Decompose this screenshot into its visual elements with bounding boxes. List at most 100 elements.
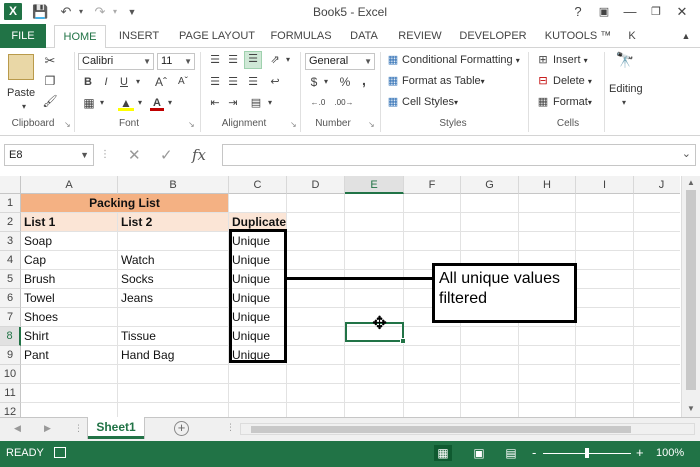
cell-j5[interactable] (634, 270, 680, 289)
customize-qat-icon[interactable]: ▼ (126, 4, 138, 20)
cell-e9[interactable] (345, 346, 404, 365)
top-align-icon[interactable]: ☰ (208, 53, 222, 67)
row-header-4[interactable]: 4 (0, 251, 21, 270)
increase-indent-icon[interactable]: ⇥ (226, 96, 240, 110)
cell-g8[interactable] (461, 327, 519, 346)
font-color-dropdown-icon[interactable]: ▾ (166, 96, 174, 110)
cell-j10[interactable] (634, 365, 680, 384)
packing-list-title-cell[interactable]: Packing List (21, 194, 229, 213)
tab-developer[interactable]: DEVELOPER (454, 24, 532, 48)
ribbon-display-options-icon[interactable]: ▣ (592, 2, 616, 22)
cell-a5[interactable]: Brush (21, 270, 118, 289)
decrease-decimal-icon[interactable]: .00→ (334, 96, 354, 110)
cell-b7[interactable] (118, 308, 229, 327)
cell-e3[interactable] (345, 232, 404, 251)
middle-align-icon[interactable]: ☰ (226, 53, 240, 67)
close-icon[interactable]: ✕ (670, 2, 694, 22)
cell-b9[interactable]: Hand Bag (118, 346, 229, 365)
scroll-down-icon[interactable]: ▼ (682, 404, 700, 413)
restore-icon[interactable]: ❐ (644, 2, 668, 22)
column-header-e[interactable]: E (345, 176, 404, 194)
cell-b3[interactable] (118, 232, 229, 251)
cell-i10[interactable] (576, 365, 634, 384)
vertical-scroll-thumb[interactable] (686, 190, 696, 390)
cell-h11[interactable] (519, 384, 576, 403)
zoom-slider-thumb[interactable] (585, 448, 589, 458)
decrease-indent-icon[interactable]: ⇤ (208, 96, 222, 110)
copy-icon[interactable]: ❐ (42, 74, 58, 88)
format-cells-icon[interactable]: ▦ (536, 95, 550, 109)
cell-a7[interactable]: Shoes (21, 308, 118, 327)
underline-dropdown-icon[interactable]: ▾ (134, 75, 142, 89)
cell-d12[interactable] (287, 403, 345, 417)
tab-data[interactable]: DATA (342, 24, 386, 48)
redo-dropdown-icon[interactable]: ▾ (110, 4, 120, 20)
align-left-icon[interactable]: ☰ (208, 75, 222, 89)
tab-formulas[interactable]: FORMULAS (266, 24, 336, 48)
editing-button[interactable]: Editing (609, 82, 643, 96)
cell-i1[interactable] (576, 194, 634, 213)
cell-g12[interactable] (461, 403, 519, 417)
cell-j4[interactable] (634, 251, 680, 270)
borders-dropdown-icon[interactable]: ▾ (98, 96, 106, 110)
italic-icon[interactable]: I (100, 75, 112, 89)
cell-e11[interactable] (345, 384, 404, 403)
bold-icon[interactable]: B (82, 75, 94, 89)
cell-b10[interactable] (118, 365, 229, 384)
currency-button[interactable]: $ (308, 75, 320, 89)
cell-e2[interactable] (345, 213, 404, 232)
scroll-up-icon[interactable]: ▲ (682, 178, 700, 187)
increase-font-icon[interactable]: Aˆ (152, 75, 170, 89)
cell-i5[interactable] (576, 270, 634, 289)
insert-function-button[interactable]: fx (192, 146, 206, 164)
cell-i8[interactable] (576, 327, 634, 346)
undo-icon[interactable]: ↶ (58, 4, 74, 20)
cell-a8[interactable]: Shirt (21, 327, 118, 346)
zoom-in-button[interactable]: + (636, 445, 644, 460)
prev-sheet-icon[interactable]: ◀ (14, 423, 21, 434)
save-icon[interactable]: 💾 (32, 4, 48, 20)
cell-b2[interactable]: List 2 (118, 213, 229, 232)
row-header-7[interactable]: 7 (0, 308, 21, 327)
cell-d9[interactable] (287, 346, 345, 365)
insert-cells-icon[interactable]: ⊞ (536, 53, 550, 67)
cell-j6[interactable] (634, 289, 680, 308)
cell-i9[interactable] (576, 346, 634, 365)
font-size-select[interactable]: 11 ▼ (157, 53, 195, 70)
paste-dropdown-icon[interactable]: ▾ (20, 100, 28, 114)
cell-j1[interactable] (634, 194, 680, 213)
cut-icon[interactable]: ✂ (42, 54, 58, 68)
column-header-f[interactable]: F (404, 176, 461, 194)
alignment-launcher-icon[interactable]: ↘ (290, 120, 297, 129)
cell-a10[interactable] (21, 365, 118, 384)
cell-f9[interactable] (404, 346, 461, 365)
page-layout-view-icon[interactable]: ▣ (470, 445, 488, 461)
cell-a12[interactable] (21, 403, 118, 417)
cell-i3[interactable] (576, 232, 634, 251)
cell-i6[interactable] (576, 289, 634, 308)
cell-f11[interactable] (404, 384, 461, 403)
cell-g1[interactable] (461, 194, 519, 213)
row-header-5[interactable]: 5 (0, 270, 21, 289)
wrap-text-icon[interactable]: ↩ (268, 75, 282, 89)
collapse-ribbon-icon[interactable]: ▲ (676, 24, 696, 48)
cell-h10[interactable] (519, 365, 576, 384)
column-header-h[interactable]: H (519, 176, 576, 194)
zoom-level[interactable]: 100% (656, 447, 684, 459)
cell-c10[interactable] (229, 365, 287, 384)
cell-j11[interactable] (634, 384, 680, 403)
cell-g10[interactable] (461, 365, 519, 384)
minimize-icon[interactable]: — (618, 2, 642, 22)
number-launcher-icon[interactable]: ↘ (368, 120, 375, 129)
cell-i12[interactable] (576, 403, 634, 417)
cell-styles-button[interactable]: Cell Styles▾ (402, 95, 458, 110)
cell-d2[interactable] (287, 213, 345, 232)
column-header-a[interactable]: A (21, 176, 118, 194)
insert-cells-button[interactable]: Insert ▾ (553, 53, 588, 68)
column-header-g[interactable]: G (461, 176, 519, 194)
cell-j7[interactable] (634, 308, 680, 327)
cell-b5[interactable]: Socks (118, 270, 229, 289)
tab-review[interactable]: REVIEW (392, 24, 448, 48)
tab-overflow[interactable]: K (622, 24, 642, 48)
select-all-corner[interactable] (0, 176, 21, 194)
